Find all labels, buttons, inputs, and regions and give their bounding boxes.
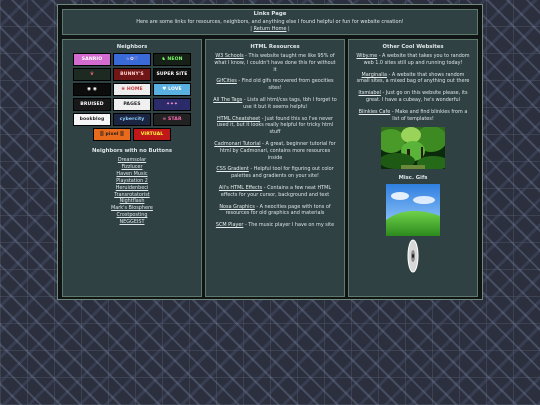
page-title: Links Page bbox=[253, 11, 287, 17]
return-home-row: | Return Home | bbox=[63, 26, 477, 34]
resource-link[interactable]: All The Tags bbox=[213, 97, 242, 103]
no-button-neighbors-title: Neighbors with no Buttons bbox=[92, 148, 172, 154]
site-link[interactable]: Blinkies Cafe bbox=[359, 109, 391, 115]
resource-link[interactable]: W3 Schools bbox=[215, 53, 243, 59]
neighbor-button[interactable]: SUPER SITE bbox=[153, 68, 191, 81]
neighbor-link[interactable]: Dreamsolar bbox=[63, 157, 201, 164]
neighbor-link[interactable]: NEGGEIST bbox=[63, 219, 201, 226]
resource-link[interactable]: Cadmonari Tutorial bbox=[214, 141, 260, 147]
neighbor-link[interactable]: Fizzlucer bbox=[63, 164, 201, 171]
return-home-link[interactable]: Return Home bbox=[254, 26, 287, 32]
site-desc: - A website that takes you to random web… bbox=[363, 53, 470, 66]
forest-gif-image bbox=[381, 127, 445, 170]
resource-item: W3 Schools - This website taught me like… bbox=[206, 53, 344, 73]
resource-link[interactable]: Ali's HTML Effects bbox=[219, 185, 262, 191]
page-intro: Here are some links for resources, neigh… bbox=[136, 18, 404, 25]
resource-desc: - Find old gifs recovered from geocities… bbox=[236, 78, 334, 92]
spinning-disc-gif bbox=[407, 239, 419, 273]
neighbor-button[interactable]: bookblog bbox=[73, 113, 111, 126]
neighbor-button[interactable]: PAGES bbox=[113, 98, 151, 111]
site-link[interactable]: Itsmiabel bbox=[358, 90, 381, 96]
resource-link[interactable]: Nosa Graphics bbox=[219, 204, 254, 210]
no-button-neighbors-list: Dreamsolar Fizzlucer Haven Music Playsta… bbox=[63, 157, 201, 226]
resource-item: HTML Cheatsheet - Just found this so I'v… bbox=[206, 116, 344, 136]
resource-item: All The Tags - Lists all html/css tags, … bbox=[206, 97, 344, 111]
resource-link[interactable]: CSS Gradient bbox=[216, 166, 248, 172]
neighbor-link[interactable]: Mark's Biosphere bbox=[63, 205, 201, 212]
site-item: Wiby.me - A website that takes you to ra… bbox=[349, 53, 477, 67]
html-resources-column: HTML Resources W3 Schools - This website… bbox=[205, 39, 345, 297]
resource-item: SCM Player - The music player I have on … bbox=[206, 222, 344, 229]
other-websites-column: Other Cool Websites Wiby.me - A website … bbox=[348, 39, 478, 297]
site-desc: - Make and find blinkies from a list of … bbox=[390, 108, 468, 122]
neighbor-link[interactable]: Nightflash bbox=[63, 198, 201, 205]
neighbor-button[interactable]: cybercity bbox=[113, 113, 151, 126]
neighbor-button[interactable]: SANRIO bbox=[73, 53, 111, 66]
site-desc: - Just go on this website please, its gr… bbox=[366, 90, 468, 103]
neighbor-link[interactable]: Transrotatorist bbox=[63, 192, 201, 199]
resource-desc: - Lists all html/css tags, tbh I forget … bbox=[242, 96, 337, 110]
resource-desc: - The music player I have on my site bbox=[243, 222, 335, 229]
resource-item: CSS Gradient - Helpful tool for figuring… bbox=[206, 166, 344, 180]
other-websites-title: Other Cool Websites bbox=[382, 44, 444, 50]
page-header: Links Page Here are some links for resou… bbox=[62, 9, 478, 35]
resource-link[interactable]: GifCities bbox=[216, 78, 236, 84]
site-item: Blinkies Cafe - Make and find blinkies f… bbox=[349, 109, 477, 123]
neighbor-link[interactable]: Heruidenbeci bbox=[63, 185, 201, 192]
neighbor-button[interactable]: ♥ LOVE bbox=[153, 83, 191, 96]
neighbor-button[interactable]: BRUISED bbox=[73, 98, 111, 111]
neighbor-buttons-grid: SANRIO ☆✿♡ ♞ NEON ♛ BUNNY'S SUPER SITE ◉… bbox=[63, 53, 201, 141]
neighbor-button[interactable]: ❀ HOME bbox=[113, 83, 151, 96]
resource-item: GifCities - Find old gifs recovered from… bbox=[206, 78, 344, 92]
resource-item: Nosa Graphics - A neocities page with to… bbox=[206, 204, 344, 218]
neighbor-link[interactable]: Crostposting bbox=[63, 212, 201, 219]
resource-link[interactable]: HTML Cheatsheet bbox=[217, 116, 260, 122]
neighbor-link[interactable]: Playstation 2 bbox=[63, 178, 201, 185]
neighbor-button[interactable]: ♞ NEON bbox=[153, 53, 191, 66]
neighbor-link[interactable]: Haven Music bbox=[63, 171, 201, 178]
site-link[interactable]: Wiby.me bbox=[356, 53, 377, 59]
neighbor-button[interactable]: BUNNY'S bbox=[113, 68, 151, 81]
misc-gifs-title: Misc. Gifs bbox=[398, 175, 428, 182]
neighbor-button[interactable]: ∞ STAR bbox=[153, 113, 191, 126]
neighbor-button[interactable]: ▒ pixel ▒ bbox=[93, 128, 131, 141]
site-item: Marginalia - A website that shows random… bbox=[349, 72, 477, 86]
resource-item: Cadmonari Tutorial - A great, beginner t… bbox=[206, 141, 344, 161]
neighbor-button[interactable]: ♛ bbox=[73, 68, 111, 81]
html-resources-title: HTML Resources bbox=[250, 44, 300, 50]
links-page-frame: Links Page Here are some links for resou… bbox=[57, 4, 483, 300]
resource-item: Ali's HTML Effects - Contains a few neat… bbox=[206, 185, 344, 199]
site-link[interactable]: Marginalia bbox=[362, 72, 387, 78]
neighbor-button[interactable]: ✦✦✦ bbox=[153, 98, 191, 111]
neighbor-button[interactable]: VIRTUAL bbox=[133, 128, 171, 141]
neighbors-column: Neighbors SANRIO ☆✿♡ ♞ NEON ♛ BUNNY'S SU… bbox=[62, 39, 202, 297]
resource-link[interactable]: SCM Player bbox=[216, 222, 244, 228]
neighbor-button[interactable]: ☆✿♡ bbox=[113, 53, 151, 66]
neighbors-title: Neighbors bbox=[116, 44, 148, 50]
site-item: Itsmiabel - Just go on this website plea… bbox=[349, 90, 477, 104]
return-suffix: | bbox=[286, 26, 290, 32]
neighbor-button[interactable]: ◉ ◉ bbox=[73, 83, 111, 96]
bliss-wallpaper-gif bbox=[386, 184, 440, 237]
